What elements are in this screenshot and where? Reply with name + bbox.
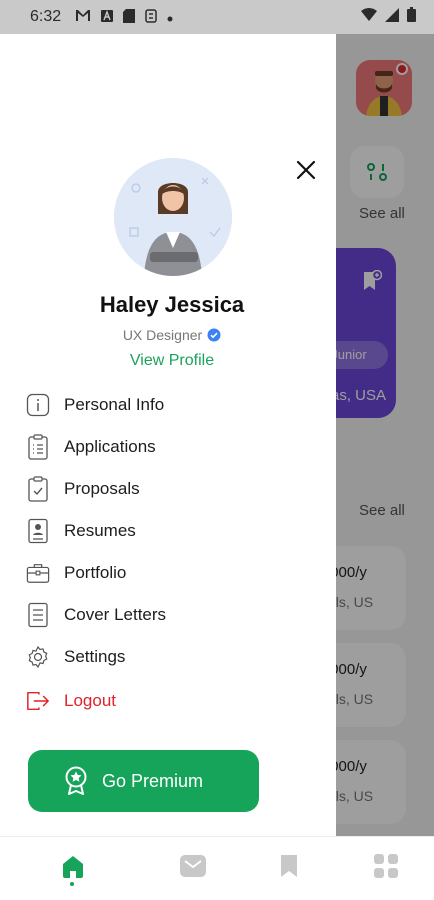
go-premium-label: Go Premium (102, 770, 204, 791)
mail-icon (180, 855, 206, 877)
go-premium-button[interactable]: Go Premium (28, 750, 259, 812)
wifi-icon (361, 7, 377, 27)
menu-item-proposals[interactable]: Proposals (26, 474, 140, 504)
sd-card-icon (123, 8, 136, 26)
nav-more[interactable] (371, 851, 401, 881)
signal-icon (385, 7, 399, 27)
gear-icon (26, 644, 50, 670)
menu-item-label: Settings (64, 647, 126, 666)
dot-icon (167, 10, 173, 25)
active-indicator (70, 882, 74, 886)
sync-icon (145, 8, 157, 26)
gmail-icon (75, 9, 91, 25)
profile-role-text: UX Designer (122, 327, 203, 343)
close-icon (296, 160, 316, 180)
menu-item-cover-letters[interactable]: Cover Letters (26, 600, 166, 630)
menu-item-label: Resumes (64, 521, 136, 540)
navigation-drawer: Haley Jessica UX Designer View Profile P… (0, 34, 336, 836)
resume-icon (26, 518, 50, 544)
menu-item-label: Portfolio (64, 563, 127, 582)
battery-icon (407, 7, 416, 27)
clipboard-check-icon (26, 476, 50, 502)
menu-item-personal-info[interactable]: Personal Info (26, 390, 164, 420)
status-time: 6:32 (30, 8, 62, 25)
app-a-icon (101, 9, 114, 25)
view-profile-link[interactable]: View Profile (0, 352, 344, 370)
menu-item-applications[interactable]: Applications (26, 432, 156, 462)
profile-name: Haley Jessica (99, 292, 245, 317)
logout-icon (26, 688, 50, 714)
nav-home[interactable] (58, 851, 88, 881)
close-button[interactable] (292, 156, 320, 184)
nav-saved[interactable] (274, 851, 304, 881)
menu-item-label: Applications (64, 437, 156, 456)
status-bar: 6:32 (0, 0, 434, 34)
menu-item-label: Cover Letters (64, 605, 167, 624)
profile-avatar[interactable] (114, 158, 232, 276)
document-icon (26, 602, 50, 628)
menu-item-resumes[interactable]: Resumes (26, 516, 136, 546)
premium-badge-icon (65, 766, 87, 795)
menu-item-settings[interactable]: Settings (26, 642, 125, 672)
nav-messages[interactable] (178, 851, 208, 881)
info-icon (26, 392, 50, 418)
profile-role: UX Designer (0, 327, 344, 343)
menu-item-label: Logout (64, 691, 116, 710)
menu-item-logout[interactable]: Logout (26, 686, 116, 716)
menu-item-label: Personal Info (64, 395, 165, 414)
menu-item-portfolio[interactable]: Portfolio (26, 558, 126, 588)
bottom-navigation (0, 836, 434, 900)
verified-badge-icon (207, 328, 221, 342)
home-icon (63, 856, 83, 878)
menu-item-label: Proposals (64, 479, 140, 498)
list-icon (26, 434, 50, 460)
briefcase-icon (26, 560, 50, 586)
grid-icon (374, 854, 398, 878)
bookmark-icon (281, 855, 297, 877)
